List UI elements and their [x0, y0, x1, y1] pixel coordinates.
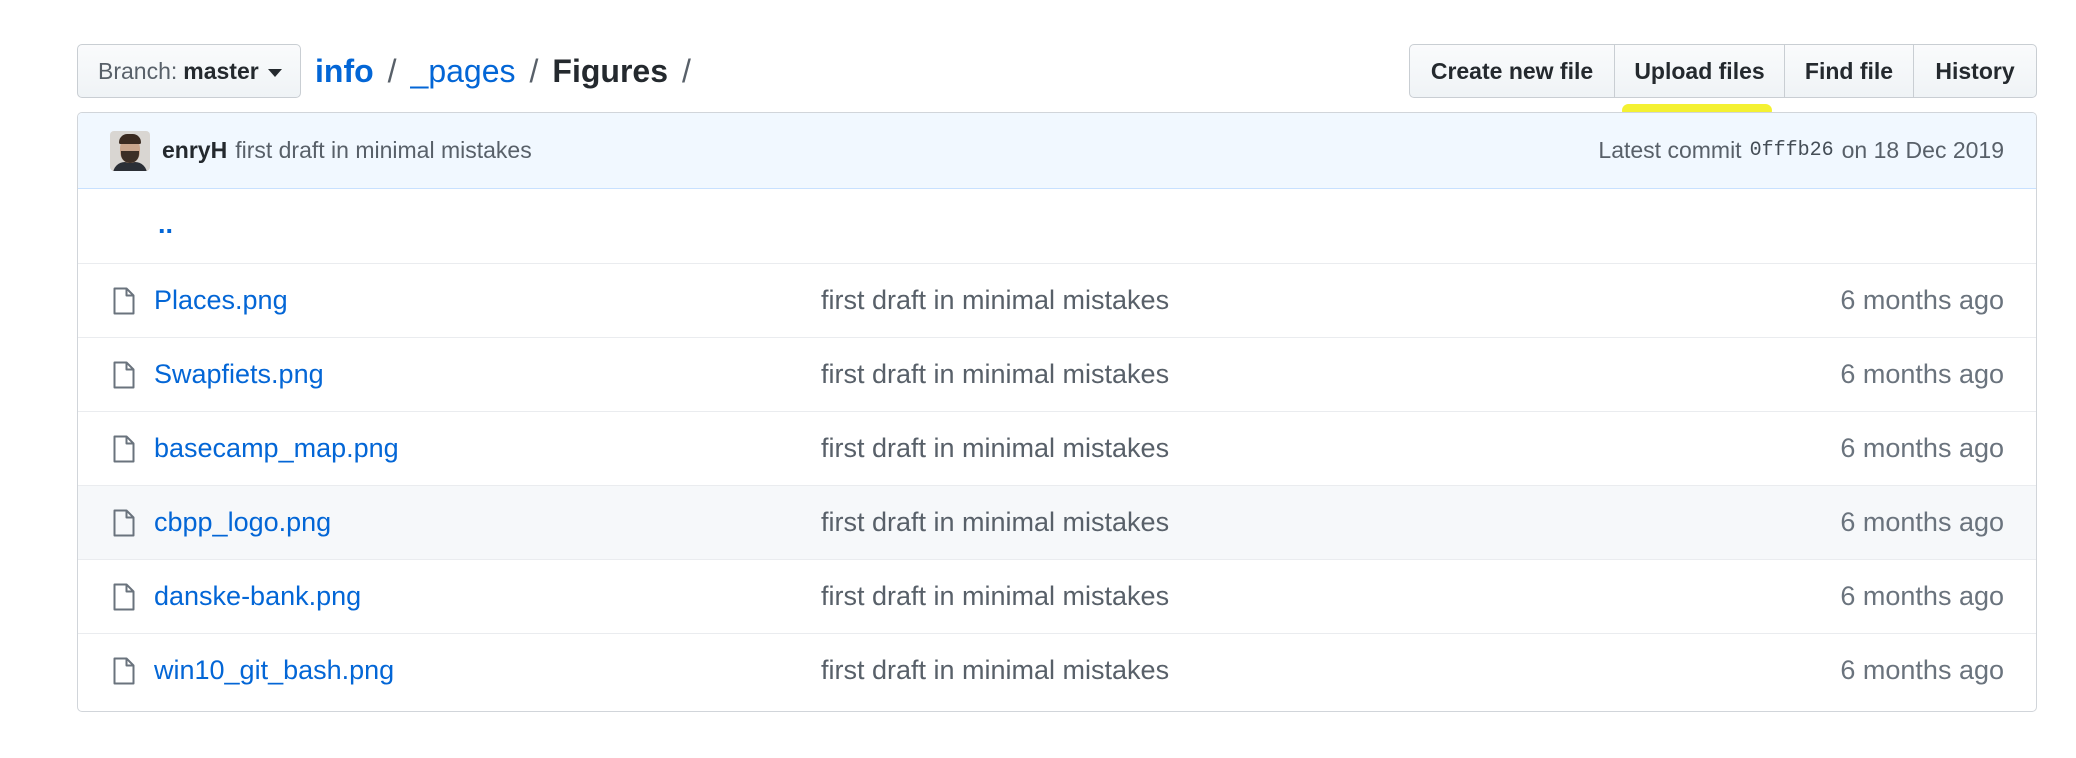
file-list: enryH first draft in minimal mistakes La…: [77, 112, 2037, 712]
file-age: 6 months ago: [1840, 359, 2004, 389]
file-name-link[interactable]: Swapfiets.png: [154, 359, 324, 390]
parent-directory-row: ..: [78, 189, 2036, 263]
file-age: 6 months ago: [1840, 285, 2004, 315]
breadcrumb-separator: /: [681, 52, 691, 89]
caret-down-icon: [267, 69, 282, 77]
branch-select-button[interactable]: Branch: master: [77, 44, 301, 98]
table-row: danske-bank.png first draft in minimal m…: [78, 559, 2036, 633]
branch-label: Branch:: [98, 57, 178, 84]
create-new-file-button[interactable]: Create new file: [1409, 44, 1615, 98]
file-age: 6 months ago: [1840, 507, 2004, 537]
file-age: 6 months ago: [1840, 433, 2004, 463]
upload-files-button[interactable]: Upload files: [1614, 44, 1785, 117]
file-commit-message-link[interactable]: first draft in minimal mistakes: [821, 581, 1169, 612]
file-age: 6 months ago: [1840, 581, 2004, 611]
branch-name: master: [183, 57, 259, 84]
parent-directory-link[interactable]: ..: [158, 209, 173, 240]
find-file-button[interactable]: Find file: [1784, 44, 1914, 98]
file-commit-message-link[interactable]: first draft in minimal mistakes: [821, 359, 1169, 390]
table-row: basecamp_map.png first draft in minimal …: [78, 411, 2036, 485]
file-commit-message-link[interactable]: first draft in minimal mistakes: [821, 507, 1169, 538]
file-icon: [113, 657, 135, 685]
table-row: cbpp_logo.png first draft in minimal mis…: [78, 485, 2036, 559]
file-icon: [113, 287, 135, 315]
file-commit-message-link[interactable]: first draft in minimal mistakes: [821, 433, 1169, 464]
breadcrumb-current-folder: Figures: [552, 52, 668, 89]
file-commit-message-link[interactable]: first draft in minimal mistakes: [821, 285, 1169, 316]
breadcrumb: info / _pages / Figures /: [315, 44, 705, 98]
table-row: Swapfiets.png first draft in minimal mis…: [78, 337, 2036, 411]
file-age: 6 months ago: [1840, 655, 2004, 685]
latest-commit-label: Latest commit: [1598, 137, 1742, 163]
file-navigation: Branch: master info / _pages / Figures /…: [77, 44, 2037, 117]
upload-files-label: Upload files: [1634, 57, 1765, 84]
file-name-link[interactable]: basecamp_map.png: [154, 433, 399, 464]
file-name-link[interactable]: win10_git_bash.png: [154, 655, 394, 686]
avatar[interactable]: [110, 130, 150, 171]
breadcrumb-separator: /: [387, 52, 397, 89]
file-icon: [113, 583, 135, 611]
file-name-link[interactable]: Places.png: [154, 285, 288, 316]
file-name-link[interactable]: cbpp_logo.png: [154, 507, 331, 538]
table-row: win10_git_bash.png first draft in minima…: [78, 633, 2036, 707]
breadcrumb-separator: /: [529, 52, 539, 89]
history-button[interactable]: History: [1913, 44, 2037, 98]
file-icon: [113, 509, 135, 537]
breadcrumb-link-pages[interactable]: _pages: [411, 53, 516, 90]
file-name-link[interactable]: danske-bank.png: [154, 581, 361, 612]
latest-commit-bar: enryH first draft in minimal mistakes La…: [78, 113, 2036, 189]
file-icon: [113, 361, 135, 389]
file-commit-message-link[interactable]: first draft in minimal mistakes: [821, 655, 1169, 686]
commit-date: on 18 Dec 2019: [1841, 137, 2004, 163]
commit-meta: Latest commit 0fffb26 on 18 Dec 2019: [1598, 137, 2004, 164]
commit-sha-link[interactable]: 0fffb26: [1750, 139, 1834, 162]
file-actions-group: Create new file Upload files Find file H…: [1409, 44, 2037, 117]
commit-author-link[interactable]: enryH: [162, 137, 227, 164]
file-icon: [113, 435, 135, 463]
commit-message-link[interactable]: first draft in minimal mistakes: [235, 137, 532, 164]
breadcrumb-root-link[interactable]: info: [315, 53, 374, 90]
table-row: Places.png first draft in minimal mistak…: [78, 263, 2036, 337]
